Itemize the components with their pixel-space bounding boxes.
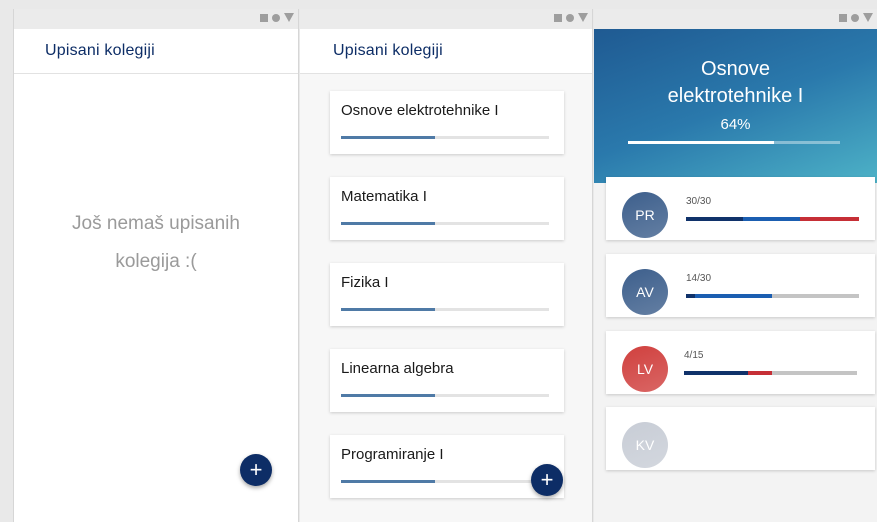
category-score: 30/30 bbox=[686, 196, 712, 207]
screen-empty-state: Upisani kolegiji Još nemaš upisanih kole… bbox=[13, 9, 299, 522]
category-avatar: KV bbox=[622, 422, 668, 468]
course-progress-track bbox=[341, 480, 549, 483]
page-title: Upisani kolegiji bbox=[333, 42, 443, 59]
back-icon bbox=[284, 13, 294, 22]
empty-message: Još nemaš upisanih kolegija :( bbox=[14, 205, 298, 281]
recents-icon bbox=[839, 13, 847, 22]
course-progress-fill bbox=[628, 141, 775, 144]
course-name: Matematika I bbox=[341, 188, 427, 205]
course-progress-track bbox=[341, 394, 549, 397]
course-progress-track bbox=[341, 308, 549, 311]
app-bar: Upisani kolegiji bbox=[300, 29, 592, 74]
course-progress-fill bbox=[341, 308, 435, 311]
screen-course-list: Upisani kolegiji Osnove elektrotehnike I… bbox=[300, 9, 593, 522]
category-progress-segment bbox=[684, 371, 748, 375]
category-score: 14/30 bbox=[686, 273, 712, 284]
category-card-pr[interactable]: PR 30/30 bbox=[606, 177, 875, 240]
add-course-button[interactable]: + bbox=[240, 454, 272, 486]
status-bar bbox=[300, 9, 592, 29]
category-avatar: LV bbox=[622, 346, 668, 392]
status-bar bbox=[594, 9, 877, 29]
recents-icon bbox=[554, 13, 562, 22]
add-course-button[interactable]: + bbox=[531, 464, 563, 496]
course-progress-fill bbox=[341, 394, 435, 397]
home-icon bbox=[272, 13, 280, 22]
recents-icon bbox=[260, 13, 268, 22]
course-progress-fill bbox=[341, 222, 435, 225]
category-progress-segment bbox=[694, 294, 773, 298]
category-score: 4/15 bbox=[684, 350, 704, 361]
back-icon bbox=[578, 13, 588, 22]
course-title-line2: elektrotehnike I bbox=[667, 85, 804, 107]
course-card[interactable]: Fizika I bbox=[330, 263, 564, 326]
course-name: Fizika I bbox=[341, 274, 389, 291]
course-header: Osnove elektrotehnike I 64% bbox=[594, 29, 877, 183]
course-title: Osnove elektrotehnike I bbox=[594, 56, 877, 110]
category-progress-track bbox=[686, 217, 859, 221]
category-card-kv[interactable]: KV bbox=[606, 407, 875, 470]
category-progress-track bbox=[684, 371, 857, 375]
course-percent: 64% bbox=[720, 116, 751, 133]
course-progress-fill bbox=[341, 136, 435, 139]
category-avatar: PR bbox=[622, 192, 668, 238]
course-progress-fill bbox=[341, 480, 435, 483]
course-progress-track bbox=[341, 136, 549, 139]
course-progress-track bbox=[628, 141, 840, 144]
app-bar: Upisani kolegiji bbox=[14, 29, 298, 74]
course-name: Linearna algebra bbox=[341, 360, 454, 377]
home-icon bbox=[851, 13, 859, 22]
category-progress-segment bbox=[743, 217, 801, 221]
category-progress-segment bbox=[686, 217, 744, 221]
course-card[interactable]: Linearna algebra bbox=[330, 349, 564, 412]
course-name: Osnove elektrotehnike I bbox=[341, 102, 499, 119]
category-card-av[interactable]: AV 14/30 bbox=[606, 254, 875, 317]
home-icon bbox=[566, 13, 574, 22]
empty-message-line2: kolegija :( bbox=[115, 251, 197, 272]
course-title-line1: Osnove bbox=[701, 58, 770, 80]
course-card[interactable]: Matematika I bbox=[330, 177, 564, 240]
status-bar bbox=[14, 9, 298, 29]
course-name: Programiranje I bbox=[341, 446, 444, 463]
page-title: Upisani kolegiji bbox=[45, 42, 155, 59]
course-card[interactable]: Programiranje I bbox=[330, 435, 564, 498]
screen-course-detail: Osnove elektrotehnike I 64% PR 30/30 AV 14/… bbox=[594, 9, 877, 522]
category-progress-segment bbox=[686, 294, 695, 298]
category-progress-track bbox=[686, 294, 859, 298]
course-list: Osnove elektrotehnike I Matematika I Fizik… bbox=[330, 91, 564, 521]
category-progress-segment bbox=[748, 371, 773, 375]
course-progress-track bbox=[341, 222, 549, 225]
empty-message-line1: Još nemaš upisanih bbox=[72, 213, 240, 234]
category-avatar: AV bbox=[622, 269, 668, 315]
category-card-lv[interactable]: LV 4/15 bbox=[606, 331, 875, 394]
back-icon bbox=[863, 13, 873, 22]
category-progress-segment bbox=[800, 217, 859, 221]
course-card[interactable]: Osnove elektrotehnike I bbox=[330, 91, 564, 154]
